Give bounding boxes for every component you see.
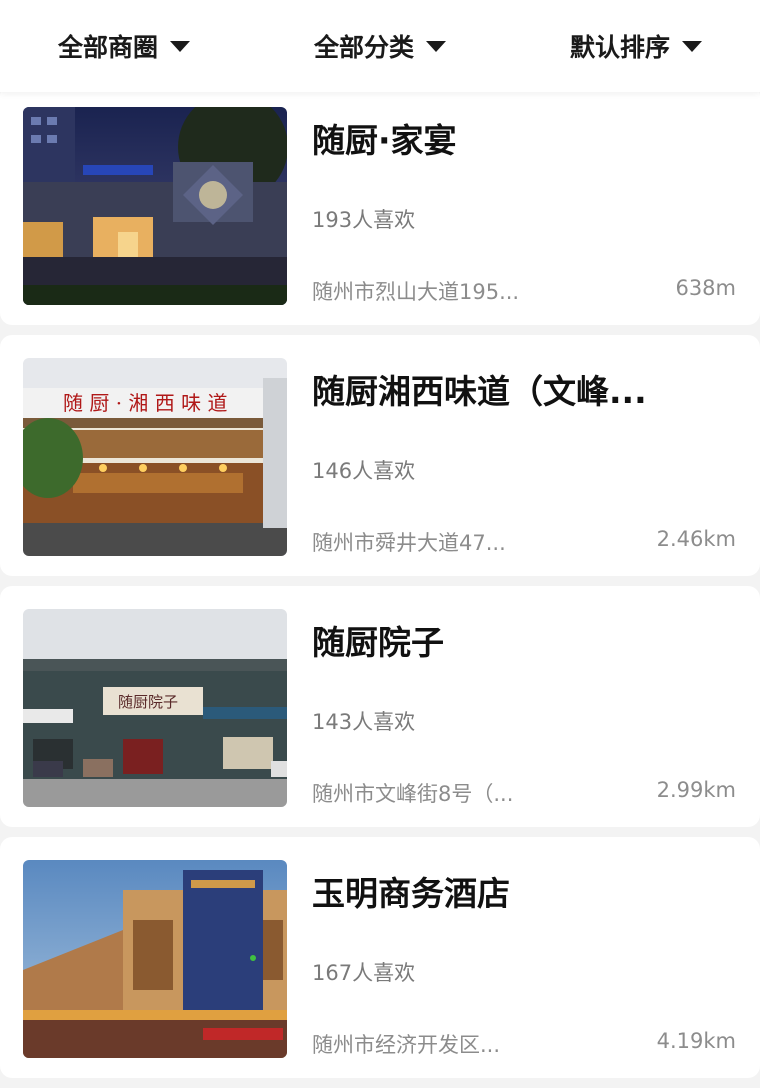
caret-down-icon <box>170 40 191 52</box>
likes-count: 193人喜欢 <box>312 208 416 232</box>
likes-count: 146人喜欢 <box>312 459 416 483</box>
shop-photo: 随 厨 · 湘 西 味 道 <box>23 358 287 556</box>
shop-address: 随州市经济开发区... <box>312 1033 501 1057</box>
filter-label: 全部商圈 <box>58 33 159 62</box>
shop-photo <box>23 860 287 1058</box>
shop-photo: 随厨院子 <box>23 609 287 807</box>
shop-distance: 2.46km <box>656 527 736 551</box>
shop-name: 随厨院子 <box>312 623 444 662</box>
shop-name: 玉明商务酒店 <box>312 874 510 913</box>
filter-label: 默认排序 <box>569 33 670 62</box>
filter-business-district[interactable]: 全部商圈 <box>58 28 191 64</box>
shop-address: 随州市舜井大道47... <box>312 531 506 555</box>
shop-name: 随厨·家宴 <box>312 121 457 160</box>
shop-address: 随州市烈山大道195... <box>312 280 520 304</box>
shop-photo <box>23 107 287 305</box>
shop-card[interactable]: 随厨·家宴 193人喜欢 随州市烈山大道195... 638m <box>0 84 760 325</box>
filter-sort[interactable]: 默认排序 <box>570 28 702 64</box>
svg-text:随厨院子: 随厨院子 <box>118 693 178 711</box>
caret-down-icon <box>681 40 702 52</box>
shop-card[interactable]: 随 厨 · 湘 西 味 道 随厨湘西味道（文峰... 146人喜欢 随州市舜井大… <box>0 335 760 576</box>
shop-distance: 4.19km <box>656 1029 736 1053</box>
likes-count: 143人喜欢 <box>312 710 416 734</box>
filter-category[interactable]: 全部分类 <box>314 28 446 64</box>
shop-distance: 2.99km <box>656 778 736 802</box>
shop-card[interactable]: 随厨院子 随厨院子 143人喜欢 随州市文峰街8号（... 2.99km <box>0 586 760 827</box>
svg-text:随 厨 · 湘 西 味 道: 随 厨 · 湘 西 味 道 <box>63 391 228 415</box>
shop-card[interactable]: 玉明商务酒店 167人喜欢 随州市经济开发区... 4.19km <box>0 837 760 1078</box>
shop-address: 随州市文峰街8号（... <box>312 782 514 806</box>
caret-down-icon <box>426 40 446 52</box>
shop-name: 随厨湘西味道（文峰... <box>312 372 647 411</box>
filter-label: 全部分类 <box>313 33 414 62</box>
shop-distance: 638m <box>675 276 736 300</box>
filter-bar: 全部商圈 全部分类 默认排序 <box>0 0 760 92</box>
likes-count: 167人喜欢 <box>312 961 416 985</box>
